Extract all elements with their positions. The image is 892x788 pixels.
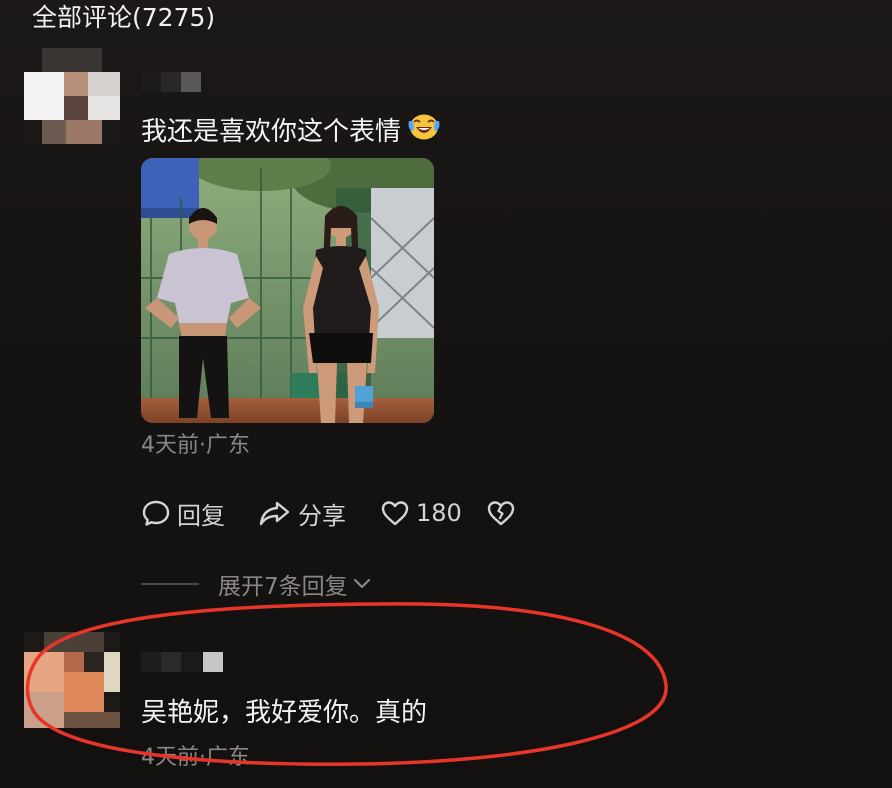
share-button[interactable]: 分享 [258,496,346,530]
username-pixel [141,72,161,92]
expand-replies-button[interactable]: 展开7条回复 [141,566,373,602]
avatar-pixel [24,72,64,120]
share-arrow-icon [259,501,290,526]
avatar-pixel [24,692,64,728]
username-pixel [203,652,223,672]
username-pixel [161,72,181,92]
comment-time-location: 4天前·广东 [141,745,250,770]
avatar-pixel [88,72,120,96]
like-count: 180 [416,499,462,527]
comment-bubble-icon [142,500,170,526]
laughing-crying-emoji-icon [407,111,441,151]
username-pixel [161,652,181,672]
username[interactable] [141,72,201,92]
highlight-ellipse-annotation [25,602,668,766]
reply-button[interactable]: 回复 [141,496,225,530]
username-pixel [141,652,161,672]
dislike-button[interactable] [486,496,516,530]
broken-heart-icon [487,501,515,526]
username[interactable] [141,652,223,672]
heart-icon [381,501,409,526]
avatar-pixel [84,652,104,672]
comment-image[interactable] [141,158,434,423]
reply-label: 回复 [177,501,225,530]
comments-page: 全部评论(7275) 我还是喜欢你这个表情 4天前·广东 回复 分享 180 展… [0,0,892,788]
avatar-pixel [64,672,104,712]
comments-header-title: 全部评论(7275) [32,3,216,32]
share-label: 分享 [298,501,346,530]
avatar-pixel [42,48,102,72]
avatar-pixel [64,96,88,120]
avatar-pixel [64,652,84,672]
username-pixel [181,652,201,672]
comment-text-content: 我还是喜欢你这个表情 [141,117,402,147]
avatar-pixel [64,712,120,728]
comment-time-location: 4天前·广东 [141,433,250,458]
username-pixel [181,72,201,92]
athletes-photo-illustration [141,158,434,423]
avatar[interactable] [24,48,120,144]
expand-divider-line [141,583,199,585]
avatar-pixel [88,96,120,120]
avatar[interactable] [24,632,120,728]
avatar-pixel [24,652,64,692]
expand-replies-label: 展开7条回复 [218,574,348,600]
chevron-down-icon [353,578,370,589]
avatar-pixel [42,120,66,144]
avatar-pixel [104,652,120,692]
avatar-pixel [44,632,104,652]
comment-text: 吴艳妮，我好爱你。真的 [141,698,428,728]
avatar-pixel [66,120,102,144]
comment-text: 我还是喜欢你这个表情 [141,114,441,151]
like-button[interactable]: 180 [380,496,462,530]
